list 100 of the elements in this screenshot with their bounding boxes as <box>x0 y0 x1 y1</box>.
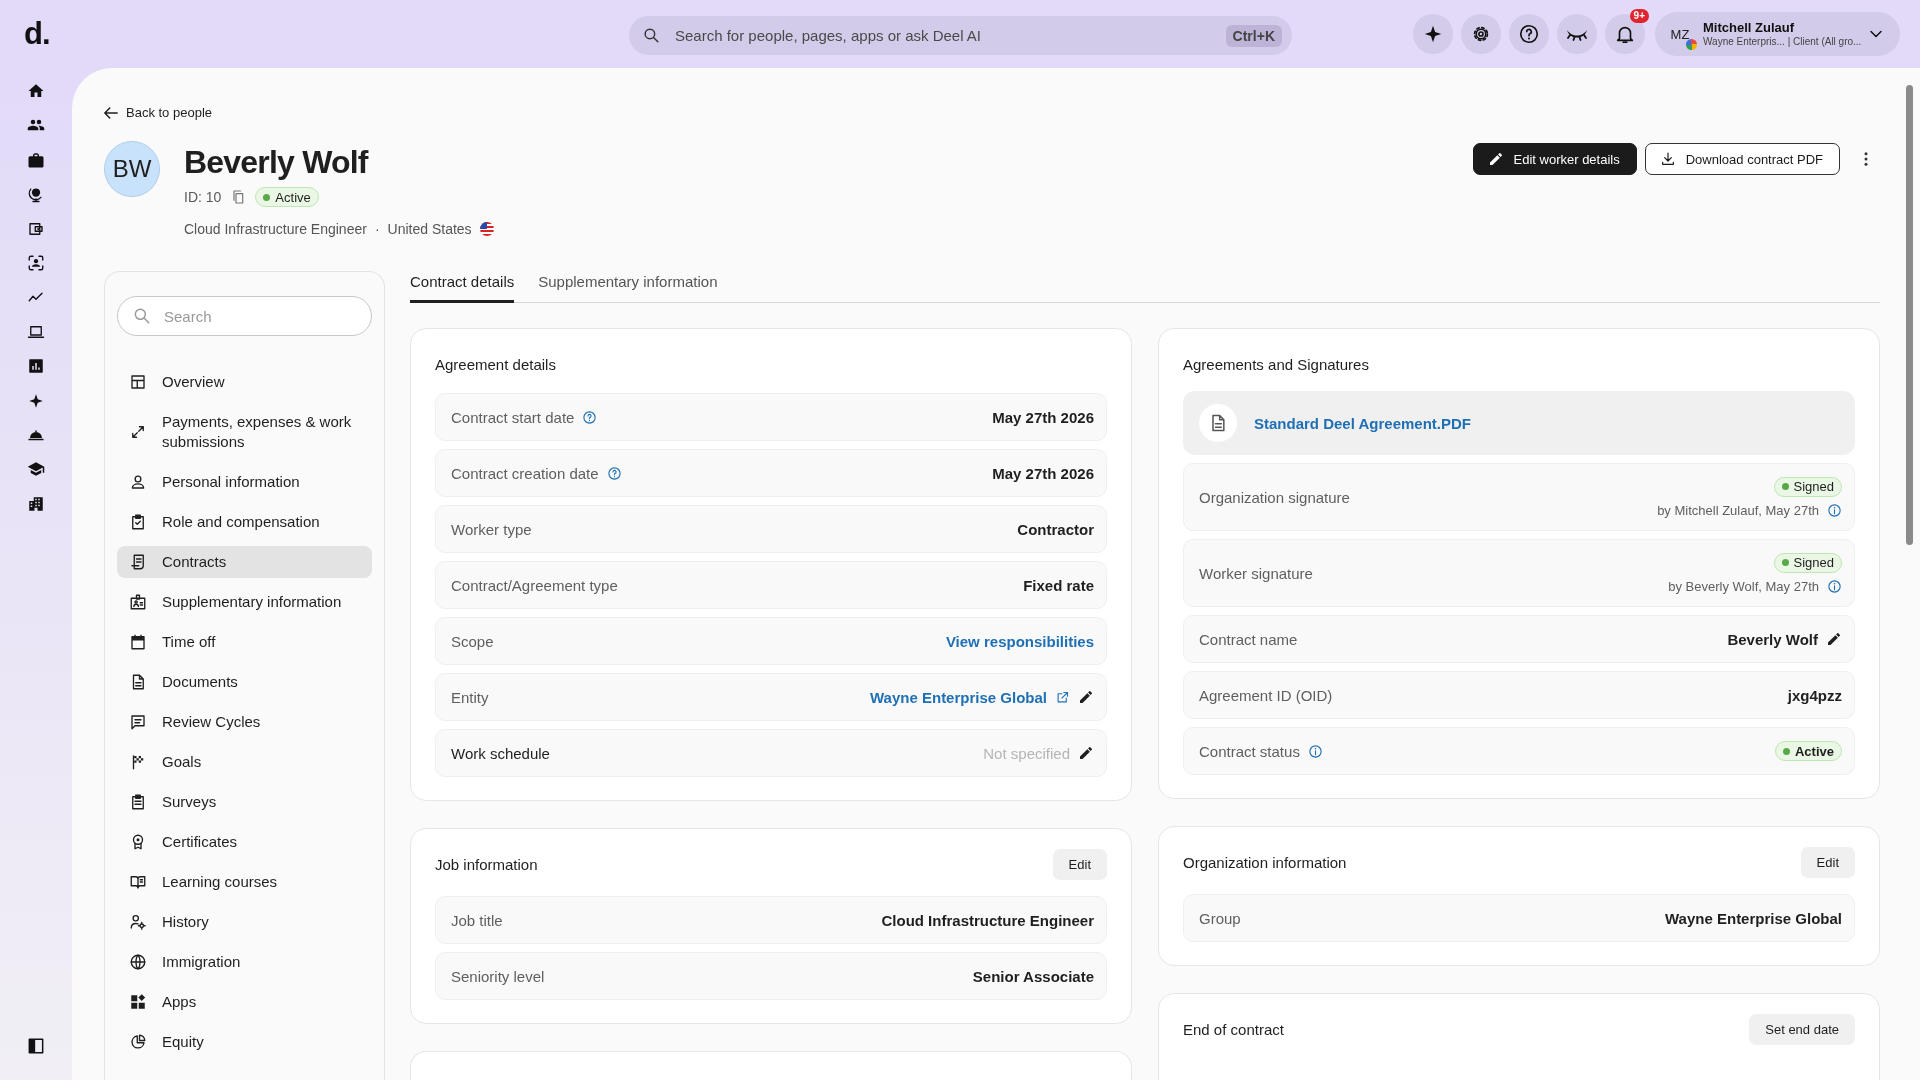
tab[interactable]: Contract details <box>410 271 515 303</box>
briefcase-icon[interactable] <box>27 150 45 169</box>
sidebar-item[interactable]: Payments, expenses & work submissions <box>117 406 372 458</box>
info-icon[interactable] <box>1827 502 1842 518</box>
document-link[interactable]: Standard Deel Agreement.PDF <box>1254 414 1471 432</box>
signature-note: by Beverly Wolf, May 27th <box>1668 578 1819 594</box>
field-link[interactable]: View responsibilities <box>945 632 1094 650</box>
worker-job-title: Cloud Infrastructure Engineer <box>184 221 367 237</box>
worker-country: United States <box>387 221 472 237</box>
person-icon <box>129 473 147 491</box>
sidebar-item[interactable]: History <box>117 906 372 938</box>
search-icon <box>132 306 152 326</box>
field-label: Seniority level <box>451 967 545 985</box>
sidebar-item[interactable]: Goals <box>117 746 372 778</box>
field-label: Contract name <box>1199 630 1298 648</box>
user-avatar: MZ <box>1665 19 1695 49</box>
card-title: Agreements and Signatures <box>1183 355 1369 373</box>
card-action-button[interactable]: Edit <box>1800 847 1855 878</box>
sidebar-item[interactable]: Review Cycles <box>117 706 372 738</box>
field-value: Wayne Enterprise Global <box>1665 909 1842 927</box>
help-button[interactable] <box>1509 14 1549 54</box>
person-scan-icon[interactable] <box>27 253 45 272</box>
field-label: Scope <box>451 632 494 650</box>
document-row[interactable]: Standard Deel Agreement.PDF <box>1183 391 1855 455</box>
home-icon[interactable] <box>27 82 45 100</box>
org-logo-icon <box>1686 39 1697 50</box>
field-label: Organization signature <box>1199 488 1350 506</box>
pencil-icon <box>1487 151 1504 167</box>
download-icon <box>1659 151 1676 167</box>
search-field[interactable]: Search for people, pages, apps or ask Deel AI <box>673 26 1214 45</box>
field-value: May 27th 2026 <box>992 464 1094 482</box>
building-icon[interactable] <box>27 494 45 513</box>
info-icon[interactable] <box>1827 578 1842 594</box>
search-icon <box>642 26 661 45</box>
sidebar-search-bar[interactable]: Search <box>117 296 372 336</box>
field-value: Not specified <box>983 744 1070 762</box>
card-title: Organization information <box>1183 854 1347 871</box>
pie-chart-icon <box>129 1033 147 1051</box>
checklist-icon <box>129 513 147 531</box>
user-name: Mitchell Zulauf <box>1703 20 1795 35</box>
field-label: Contract creation date <box>451 464 599 482</box>
pencil-icon[interactable] <box>1078 689 1094 705</box>
field-label: Entity <box>451 688 489 706</box>
sidebar-item[interactable]: Documents <box>117 666 372 698</box>
sidebar-item[interactable]: Supplementary information <box>117 586 372 618</box>
card-title: Agreement details <box>435 355 556 373</box>
settings-button[interactable] <box>1461 14 1501 54</box>
field-value: Cloud Infrastructure Engineer <box>881 911 1094 929</box>
field-value: May 27th 2026 <box>992 408 1094 426</box>
sidebar-toggle-icon[interactable] <box>26 1036 46 1056</box>
card-title: Job information <box>435 856 538 873</box>
field-label: Worker signature <box>1199 564 1313 582</box>
shortcut-hint: Ctrl+K <box>1225 24 1282 47</box>
field-link[interactable]: Wayne Enterprise Global <box>870 688 1047 706</box>
help-icon[interactable] <box>582 409 598 425</box>
layout-icon <box>129 373 147 391</box>
field-value: Beverly Wolf <box>1727 630 1818 648</box>
sidebar-item[interactable]: Immigration <box>117 946 372 978</box>
card-action-button[interactable]: Edit <box>1052 849 1107 880</box>
field-label: Contract start date <box>451 408 575 426</box>
sidebar-item[interactable]: Role and compensation <box>117 506 372 538</box>
separator-dot: · <box>374 221 380 237</box>
card-action-button[interactable]: Set end date <box>1749 1014 1855 1045</box>
sidebar-item[interactable]: Equity <box>117 1026 372 1058</box>
clipboard-icon <box>129 793 147 811</box>
sidebar-item[interactable]: Contracts <box>117 546 372 578</box>
sidebar-item[interactable]: Time off <box>117 626 372 658</box>
field-label: Agreement ID (OID) <box>1199 686 1333 704</box>
field-value: Contractor <box>1017 520 1094 538</box>
help-icon[interactable] <box>606 465 622 481</box>
info-icon[interactable] <box>1307 743 1323 759</box>
sidebar-search-field[interactable]: Search <box>162 306 357 326</box>
sidebar-item[interactable]: Apps <box>117 986 372 1018</box>
person-gear-icon <box>129 913 147 931</box>
book-icon <box>129 873 147 891</box>
tab[interactable]: Supplementary information <box>538 271 718 300</box>
field-label: Worker type <box>451 520 532 538</box>
help-icon <box>1518 23 1540 45</box>
bar-chart-icon[interactable] <box>27 357 45 376</box>
back-link[interactable]: Back to people <box>104 105 212 120</box>
sidebar-item[interactable]: Personal information <box>117 466 372 498</box>
sidebar-item[interactable]: Certificates <box>117 826 372 858</box>
sidebar-item[interactable]: Learning courses <box>117 866 372 898</box>
sidebar-item[interactable]: Surveys <box>117 786 372 818</box>
sidebar-item[interactable]: Overview <box>117 366 372 398</box>
external-link-icon[interactable] <box>1055 689 1070 705</box>
search-bar[interactable]: Search for people, pages, apps or ask Deel AI Ctrl+K <box>629 16 1292 55</box>
status-badge: Active <box>255 187 319 207</box>
download-contract-button[interactable]: Download contract PDF <box>1644 143 1840 175</box>
id-card-icon <box>129 593 147 611</box>
user-menu[interactable]: MZ Mitchell Zulauf Wayne Enterpris... | Client (All gro... <box>1655 12 1900 56</box>
back-arrow-icon <box>104 106 118 119</box>
scroll-icon <box>129 553 147 571</box>
edit-worker-button[interactable]: Edit worker details <box>1472 143 1637 175</box>
pencil-icon[interactable] <box>1078 745 1094 761</box>
scrollbar-thumb[interactable] <box>1906 85 1913 545</box>
pencil-icon[interactable] <box>1826 631 1842 647</box>
closed-eye-button[interactable] <box>1557 14 1597 54</box>
ai-sparkle-button[interactable] <box>1413 14 1453 54</box>
deel-logo[interactable]: d. <box>24 16 84 52</box>
